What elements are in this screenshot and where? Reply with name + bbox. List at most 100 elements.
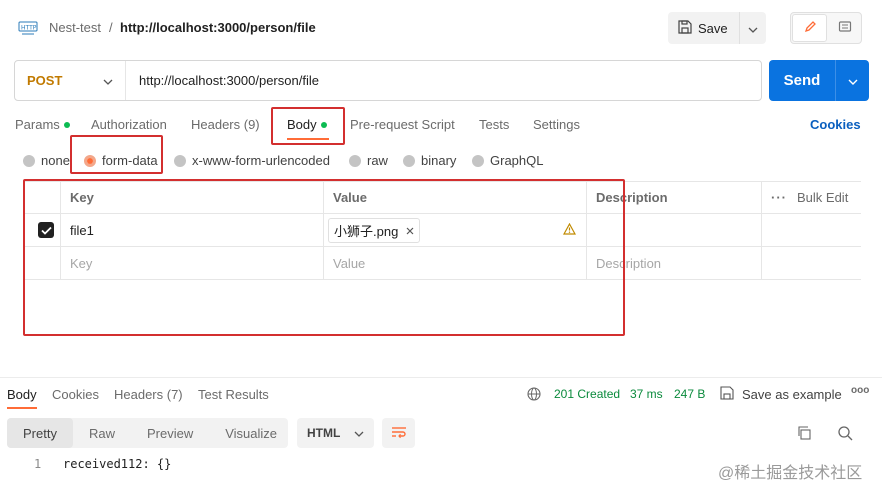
response-view-group: Pretty Raw Preview Visualize: [7, 418, 288, 448]
response-time[interactable]: 37 ms: [630, 387, 663, 401]
breadcrumb-separator: /: [109, 20, 113, 35]
body-type-urlencoded[interactable]: x-www-form-urlencoded: [174, 153, 330, 168]
tab-params[interactable]: Params: [15, 117, 70, 132]
language-label: HTML: [307, 426, 341, 440]
tab-authorization[interactable]: Authorization: [91, 117, 167, 132]
send-button-group: Send: [769, 60, 869, 101]
file-name: 小狮子.png: [334, 223, 399, 239]
bulk-edit-label: Bulk Edit: [797, 190, 849, 205]
empty-actions-cell: [762, 247, 861, 279]
save-button[interactable]: Save: [668, 12, 740, 44]
tab-settings[interactable]: Settings: [533, 117, 580, 132]
response-size[interactable]: 247 B: [674, 387, 705, 401]
tab-pre-request-script[interactable]: Pre-request Script: [350, 117, 455, 132]
docs-mode-button[interactable]: [828, 13, 861, 43]
table-header-row: Key Value Description ··· Bulk Edit: [24, 181, 861, 214]
save-button-group: Save: [668, 12, 766, 44]
http-icon: HTTP: [18, 20, 38, 36]
save-example-icon: [720, 386, 734, 403]
edit-mode-button[interactable]: [792, 14, 827, 42]
active-tab-indicator: [287, 138, 329, 140]
view-mode-toggle: [790, 12, 862, 44]
view-pretty[interactable]: Pretty: [7, 418, 73, 448]
copy-icon[interactable]: [797, 426, 811, 443]
radio-icon: [349, 154, 361, 167]
watermark: @稀土掘金技术社区: [718, 465, 863, 482]
language-select[interactable]: HTML: [297, 418, 374, 448]
tab-tests[interactable]: Tests: [479, 117, 509, 132]
tab-headers[interactable]: Headers (9): [191, 117, 260, 132]
row-checkbox[interactable]: [24, 214, 61, 246]
active-response-tab-indicator: [7, 407, 37, 409]
description-input[interactable]: Description: [587, 247, 762, 279]
breadcrumb-collection[interactable]: Nest-test: [49, 20, 101, 35]
request-title[interactable]: http://localhost:3000/person/file: [120, 20, 316, 35]
response-tab-cookies[interactable]: Cookies: [52, 387, 99, 402]
more-options-icon[interactable]: ooo: [851, 385, 869, 396]
save-as-example-button[interactable]: Save as example: [742, 387, 842, 402]
tab-label: Params: [15, 117, 60, 132]
body-type-label: x-www-form-urlencoded: [192, 153, 330, 168]
file-chip: 小狮子.png: [328, 217, 421, 243]
row-value-cell[interactable]: 小狮子.png: [324, 214, 587, 246]
view-raw[interactable]: Raw: [73, 418, 131, 448]
save-dropdown-button[interactable]: [740, 21, 766, 36]
chevron-down-icon: [748, 21, 758, 36]
wrap-lines-button[interactable]: [382, 418, 415, 448]
column-header-description: Description: [587, 182, 762, 213]
status-code[interactable]: 201 Created: [554, 387, 620, 401]
column-header-value: Value: [324, 182, 587, 213]
view-visualize[interactable]: Visualize: [209, 418, 293, 448]
response-tab-body[interactable]: Body: [7, 387, 37, 402]
key-input[interactable]: Key: [61, 247, 324, 279]
send-button[interactable]: Send: [769, 60, 836, 101]
active-dot-icon: [63, 121, 70, 128]
tab-body[interactable]: Body: [287, 117, 327, 132]
response-tab-test-results[interactable]: Test Results: [198, 387, 269, 402]
checkbox-checked-icon: [38, 222, 54, 238]
response-body-code[interactable]: received112: {}: [63, 457, 171, 471]
wrap-icon: [391, 425, 407, 442]
radio-icon: [403, 154, 415, 167]
table-row: file1 小狮子.png: [24, 214, 861, 247]
send-dropdown-button[interactable]: [836, 60, 869, 101]
view-preview[interactable]: Preview: [131, 418, 209, 448]
row-actions-cell: [762, 214, 861, 246]
bulk-edit-button[interactable]: ··· Bulk Edit: [762, 182, 861, 213]
radio-icon: [23, 154, 35, 167]
active-dot-icon: [320, 121, 327, 128]
close-icon[interactable]: [406, 223, 414, 238]
more-icon: ···: [771, 190, 787, 205]
body-type-graphql[interactable]: GraphQL: [472, 153, 543, 168]
chevron-down-icon: [848, 73, 858, 88]
cookies-link[interactable]: Cookies: [810, 117, 861, 132]
pane-divider[interactable]: [0, 377, 882, 378]
warning-icon[interactable]: [562, 222, 577, 238]
method-label: POST: [27, 73, 63, 88]
search-icon[interactable]: [837, 425, 853, 444]
body-type-label: GraphQL: [490, 153, 544, 168]
save-icon: [678, 19, 692, 37]
globe-icon[interactable]: [527, 387, 541, 404]
save-label: Save: [698, 20, 728, 36]
body-type-binary[interactable]: binary: [403, 153, 456, 168]
body-type-label: form-data: [102, 153, 158, 168]
body-type-none[interactable]: none: [23, 153, 70, 168]
svg-text:HTTP: HTTP: [21, 25, 37, 32]
url-input[interactable]: http://localhost:3000/person/file: [126, 61, 761, 100]
radio-icon: [174, 154, 186, 167]
url-bar: POST http://localhost:3000/person/file: [14, 60, 762, 101]
chevron-down-icon: [103, 73, 113, 88]
body-type-form-data[interactable]: form-data: [84, 153, 158, 168]
body-type-raw[interactable]: raw: [349, 153, 388, 168]
line-number: 1: [34, 457, 42, 471]
checkbox-column-header: [24, 182, 61, 213]
value-input[interactable]: Value: [324, 247, 587, 279]
chevron-down-icon: [354, 426, 364, 440]
row-key-cell[interactable]: file1: [61, 214, 324, 246]
column-header-key: Key: [61, 182, 324, 213]
response-tab-headers[interactable]: Headers (7): [114, 387, 183, 402]
row-description-cell[interactable]: [587, 214, 762, 246]
radio-icon: [472, 154, 484, 167]
method-select[interactable]: POST: [15, 61, 126, 100]
